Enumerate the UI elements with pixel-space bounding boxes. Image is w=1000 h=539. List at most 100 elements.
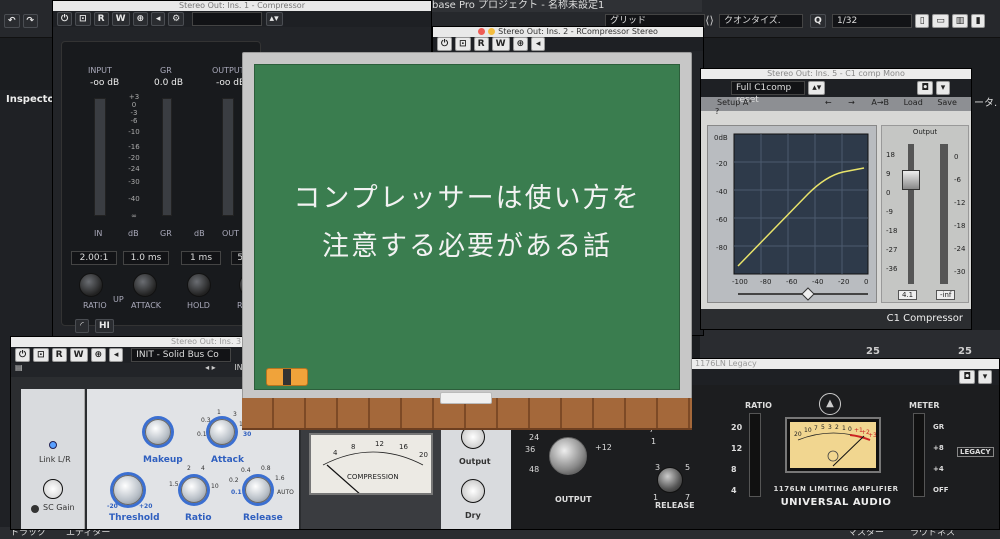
- c1-ol-6: -36: [886, 265, 898, 273]
- link-led[interactable]: [49, 441, 57, 449]
- output-value: -oo dB: [216, 78, 246, 88]
- layout-icon-4[interactable]: ▮: [971, 14, 986, 28]
- input-header: INPUT: [88, 66, 112, 75]
- c1-prev-icon[interactable]: ←: [825, 98, 832, 107]
- close-dot[interactable]: [478, 28, 486, 35]
- ratio-field[interactable]: 2.00:1: [71, 251, 117, 265]
- presets-icon[interactable]: ⊕: [132, 12, 149, 26]
- inspector-label[interactable]: Inspector: [0, 90, 59, 109]
- power-icon[interactable]: ⏻: [57, 12, 73, 26]
- read-button[interactable]: R: [93, 12, 109, 26]
- attack-knob-ssl[interactable]: [209, 419, 235, 445]
- ssl-dry-knob[interactable]: [461, 479, 485, 503]
- hold-field[interactable]: 1 ms: [181, 251, 221, 265]
- rc-bypass-icon[interactable]: ⊡: [455, 37, 471, 51]
- release-knob-1176[interactable]: [657, 467, 683, 493]
- rc-sidechain-icon[interactable]: ◂: [531, 37, 546, 51]
- thr-scale-p20: +20: [139, 503, 153, 510]
- c1-save-button[interactable]: Save: [937, 98, 957, 107]
- release-knob-ssl[interactable]: [245, 477, 271, 503]
- c1-setup[interactable]: Setup A*: [717, 98, 752, 107]
- settings-icon[interactable]: ⚙: [168, 12, 185, 26]
- c1-help-icon[interactable]: ?: [715, 107, 719, 116]
- min-dot[interactable]: [488, 28, 496, 35]
- ssl-presets-icon[interactable]: ⊕: [90, 348, 107, 362]
- ssl-bypass-icon[interactable]: ⊡: [33, 348, 49, 362]
- c1-ab-button[interactable]: A→B: [871, 98, 889, 107]
- c1-graph-x3: -60: [786, 278, 797, 286]
- sc-gain-knob[interactable]: [43, 479, 63, 499]
- c1-preset-field[interactable]: Full C1comp reset: [731, 81, 805, 105]
- scale-m24: -24: [128, 165, 140, 173]
- layout-icon-3[interactable]: ▥: [951, 14, 969, 28]
- up-label: UP: [113, 295, 124, 304]
- redo-icon[interactable]: ↷: [22, 14, 39, 28]
- threshold-knob[interactable]: [113, 475, 143, 505]
- ratio-knob[interactable]: [79, 273, 103, 297]
- layout-icon-1[interactable]: ▯: [915, 14, 930, 28]
- undo-icon[interactable]: ↶: [4, 14, 20, 28]
- rc-read-button[interactable]: R: [473, 37, 489, 51]
- curve-button[interactable]: ◜: [75, 319, 89, 333]
- ssl-write-button[interactable]: W: [69, 348, 88, 362]
- rcompressor-toolbar: ⏻ ⊡ R W ⊕ ◂: [433, 37, 703, 51]
- rc-write-button[interactable]: W: [491, 37, 510, 51]
- ssl-read-button[interactable]: R: [51, 348, 67, 362]
- uad-menu-icon[interactable]: ▾: [978, 370, 992, 384]
- layout-icon-2[interactable]: ▭: [932, 14, 949, 28]
- vu1176-s6: 1: [842, 425, 846, 432]
- uad-camera-icon[interactable]: ◘: [959, 370, 975, 384]
- attack-field[interactable]: 1.0 ms: [123, 251, 169, 265]
- hold-knob[interactable]: [187, 273, 211, 297]
- compressor-preset-field[interactable]: [192, 12, 263, 26]
- compressor-window-title: Stereo Out: Ins. 1 - Compressor: [53, 1, 431, 11]
- hi-button[interactable]: HI: [95, 319, 114, 333]
- ratio-scale-10: 10: [211, 483, 219, 490]
- ssl-sidechain-icon[interactable]: ◂: [109, 348, 124, 362]
- knob-scale-e: 1: [653, 493, 659, 502]
- c1-next-icon[interactable]: →: [848, 98, 855, 107]
- ssl-vu-12: 12: [375, 440, 384, 448]
- c1-camera-icon[interactable]: ◘: [917, 81, 933, 95]
- c1-out-meter: [940, 144, 948, 284]
- c1-ol-4: -18: [886, 227, 898, 235]
- q-icon[interactable]: Q: [810, 14, 826, 28]
- write-button[interactable]: W: [111, 12, 130, 26]
- quantize-value-select[interactable]: 1/32: [832, 14, 912, 28]
- scale-inf: ∞: [131, 212, 137, 220]
- attack-knob[interactable]: [133, 273, 157, 297]
- c1-fader-cap[interactable]: [902, 170, 920, 190]
- rel-scale-02: 0.2: [229, 477, 239, 484]
- rc-power-icon[interactable]: ⏻: [437, 37, 453, 51]
- vu1176-needle: [832, 435, 865, 467]
- c1-or-2: -12: [954, 199, 966, 207]
- meter-buttons[interactable]: [913, 413, 925, 497]
- ssl-menu-icon[interactable]: ▤: [15, 363, 23, 372]
- sidechain-icon[interactable]: ◂: [151, 12, 166, 26]
- daw-grid-toolbar: ⟨⟩ クオンタイズ. Q 1/32 ▯ ▭ ▥ ▮: [702, 14, 1000, 36]
- ssl-power-icon[interactable]: ⏻: [15, 348, 31, 362]
- output-scale-24: 24: [529, 433, 540, 442]
- c1-graph-0db: 0dB: [714, 134, 728, 142]
- ratio-20: 20: [731, 423, 743, 432]
- c1-load-button[interactable]: Load: [904, 98, 923, 107]
- ratio-knob-ssl[interactable]: [181, 477, 207, 503]
- c1-preset-nav-icon[interactable]: ▴▾: [808, 81, 826, 95]
- ssl-preset-field[interactable]: INIT - Solid Bus Co: [131, 348, 232, 362]
- bypass-icon[interactable]: ⊡: [75, 12, 91, 26]
- scale-m40: -40: [128, 195, 140, 203]
- ratio-scale-4: 4: [201, 465, 205, 472]
- ssl-nav-icon[interactable]: ◂ ▸: [205, 363, 216, 372]
- preset-nav-icon[interactable]: ▴▾: [265, 12, 283, 26]
- c1-menu-icon[interactable]: ▾: [936, 81, 950, 95]
- output-knob[interactable]: [549, 437, 587, 475]
- quantize-mode-select[interactable]: クオンタイズ.: [718, 14, 803, 28]
- c1-out-right-scale: 0 -6 -12 -18 -24 -30: [954, 146, 965, 284]
- makeup-knob[interactable]: [145, 419, 171, 445]
- quantize-icon[interactable]: ⟨⟩: [705, 14, 714, 27]
- rcompressor-window-title: Stereo Out: Ins. 2 - RCompressor Stereo: [433, 27, 703, 37]
- ratio-buttons[interactable]: [749, 413, 761, 497]
- meter-gr: GR: [933, 423, 945, 431]
- rc-presets-icon[interactable]: ⊕: [512, 37, 529, 51]
- meter-mark-2: 25: [958, 346, 972, 357]
